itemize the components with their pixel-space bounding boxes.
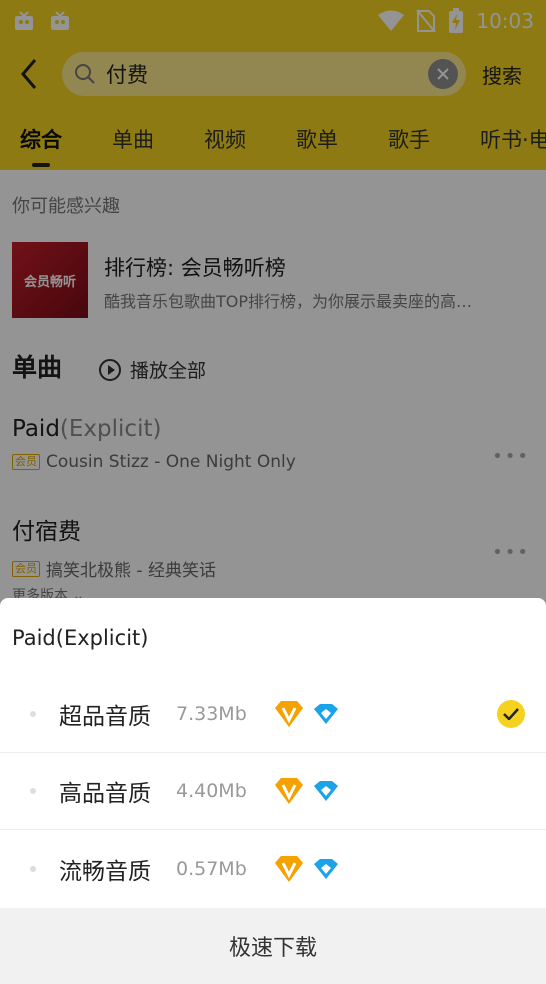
bullet bbox=[30, 788, 36, 794]
vip-crown-icon bbox=[314, 858, 338, 879]
quality-option-smooth[interactable]: 流畅音质 0.57Mb bbox=[0, 830, 546, 907]
quality-name: 流畅音质 bbox=[59, 858, 151, 885]
bullet bbox=[30, 711, 36, 717]
quality-size: 7.33Mb bbox=[176, 703, 247, 725]
fast-download-label: 极速下载 bbox=[228, 936, 317, 961]
vip-crown-icon bbox=[314, 781, 338, 801]
quality-name: 高品音质 bbox=[59, 781, 151, 807]
vip-crown-icon bbox=[314, 704, 338, 724]
sheet-title: Paid(Explicit) bbox=[12, 626, 149, 650]
quality-option-high[interactable]: 高品音质 4.40Mb bbox=[0, 753, 546, 830]
selected-check-icon bbox=[497, 700, 525, 728]
bullet bbox=[30, 865, 36, 872]
quality-option-super[interactable]: 超品音质 7.33Mb bbox=[0, 676, 546, 753]
quality-bottom-sheet: Paid(Explicit) 超品音质 7.33Mb 高品音质 4.40Mb 流… bbox=[0, 598, 546, 984]
fast-download-button[interactable]: 极速下载 bbox=[0, 908, 546, 984]
vip-diamond-icon bbox=[275, 701, 303, 727]
vip-diamond-icon bbox=[275, 778, 303, 804]
vip-diamond-icon bbox=[275, 855, 303, 882]
quality-size: 0.57Mb bbox=[176, 857, 247, 880]
quality-size: 4.40Mb bbox=[176, 780, 247, 802]
quality-name: 超品音质 bbox=[59, 704, 151, 730]
